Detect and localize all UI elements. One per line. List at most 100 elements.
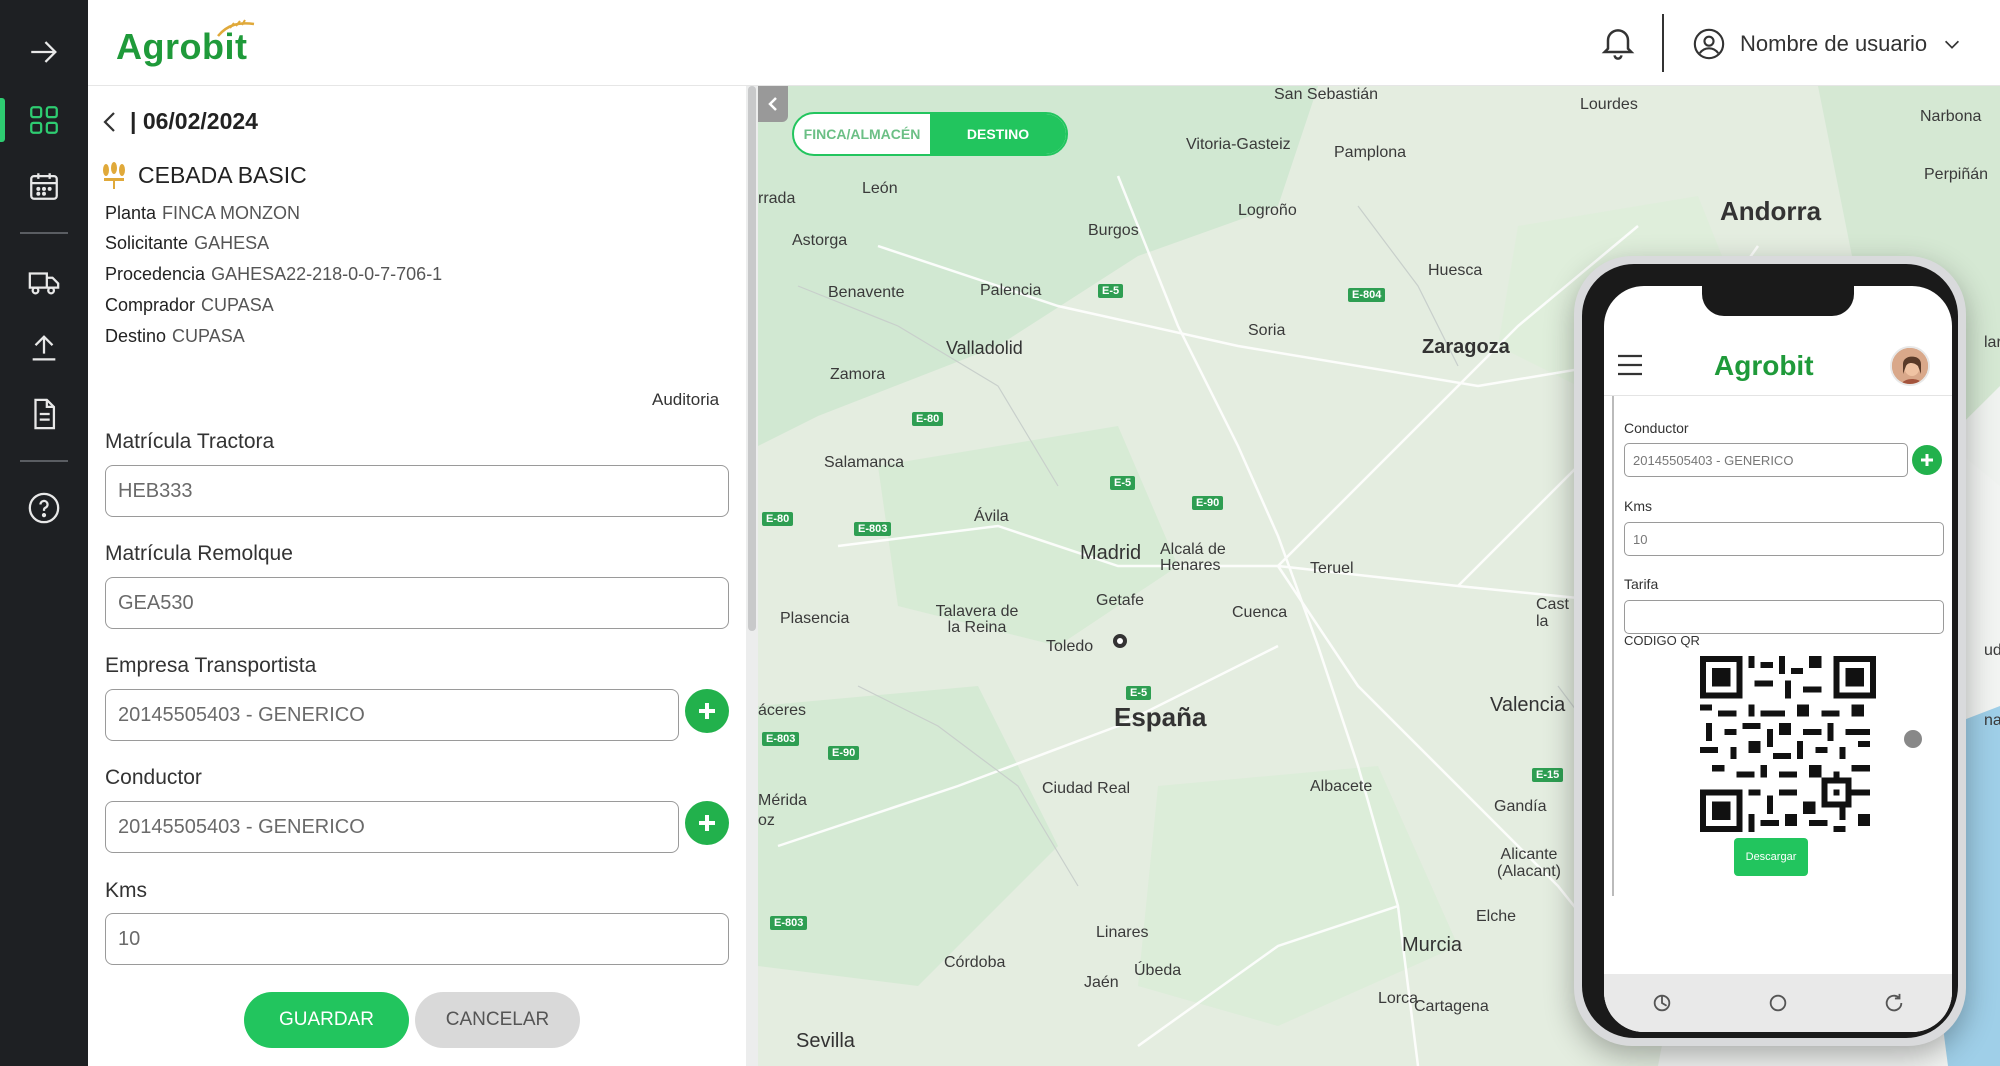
map-label: Valencia	[1490, 694, 1566, 716]
audit-link[interactable]: Auditoria	[652, 390, 719, 410]
phone-qr-label: CODIGO QR	[1624, 633, 1700, 648]
map-label: Mérida	[758, 792, 807, 809]
map-label: Zamora	[830, 366, 886, 383]
map-label: Plasencia	[780, 610, 850, 627]
phone-screen: Agrobit Conductor 20145505403 - GENERICO…	[1604, 286, 1952, 1032]
sidebar-rail	[0, 0, 88, 1066]
map-label: Getafe	[1096, 592, 1145, 609]
calendar-icon[interactable]	[0, 156, 88, 216]
road-shield: E-15	[1532, 768, 1564, 782]
user-avatar-icon	[1892, 348, 1928, 384]
info-destino: Destino CUPASA	[105, 326, 245, 346]
map-label: Ciudad Real	[1042, 780, 1131, 797]
road-shield: E-5	[1126, 686, 1152, 700]
road-shield: E-804	[1348, 288, 1386, 302]
wheat-logo-icon	[216, 18, 256, 43]
info-planta: Planta FINCA MONZON	[105, 203, 301, 223]
avatar[interactable]	[1890, 346, 1930, 386]
map-label: Alcalá de Henares	[1160, 541, 1226, 574]
phone-add-conductor-button[interactable]	[1912, 445, 1942, 475]
map-label: Talavera de la Reina	[935, 603, 1019, 636]
document-icon[interactable]	[0, 384, 88, 444]
touch-indicator	[1904, 730, 1922, 748]
map-label: udia	[1984, 642, 2000, 659]
hamburger-menu-icon[interactable]	[1616, 352, 1644, 378]
map-label: Vitoria-Gasteiz	[1186, 136, 1291, 153]
user-menu[interactable]: Nombre de usuario	[1692, 24, 1963, 64]
map-label: Ávila	[974, 508, 1009, 525]
phone-tarifa-label: Tarifa	[1624, 576, 1659, 592]
recent-apps-icon[interactable]	[1651, 992, 1673, 1014]
conductor-select[interactable]: 20145505403 - GENERICO	[105, 801, 679, 853]
map-label: Lourdes	[1580, 96, 1638, 113]
qr-code-icon	[1700, 656, 1876, 832]
product-name: CEBADA BASIC	[138, 161, 307, 188]
dashboard-icon[interactable]	[0, 90, 88, 150]
download-qr-button[interactable]: Descargar	[1734, 838, 1808, 876]
back-rotate-icon[interactable]	[1883, 992, 1905, 1014]
map-label: Pamplona	[1334, 144, 1407, 161]
phone-nav-bar	[1604, 974, 1952, 1032]
upload-icon[interactable]	[0, 318, 88, 378]
expand-arrow-icon[interactable]	[0, 22, 88, 82]
toggle-finca-almacen[interactable]: FINCA/ALMACÉN	[794, 114, 930, 154]
map-label: Jaén	[1084, 974, 1119, 991]
info-procedencia: Procedencia GAHESA22-218-0-0-7-706-1	[105, 264, 443, 284]
map-label: oz	[758, 812, 775, 829]
matricula-tractora-input[interactable]: HEB333	[105, 465, 729, 517]
map-label: España	[1114, 702, 1207, 732]
map-label: nac	[1984, 712, 2000, 729]
truck-icon[interactable]	[0, 252, 88, 312]
map-label: Cartagena	[1414, 998, 1489, 1015]
map-label: Albacete	[1310, 778, 1373, 795]
panel-scrollbar[interactable]	[746, 86, 758, 1066]
phone-kms-input[interactable]: 10	[1624, 522, 1944, 556]
map-label: Madrid	[1080, 542, 1142, 564]
notification-bell-icon[interactable]	[1598, 22, 1638, 62]
phone-conductor-select[interactable]: 20145505403 - GENERICO	[1624, 443, 1908, 477]
add-conductor-button[interactable]	[685, 801, 729, 845]
toggle-destino[interactable]: DESTINO	[930, 114, 1066, 154]
phone-logo-text: Agrobit	[1714, 350, 1814, 381]
help-icon[interactable]	[0, 478, 88, 538]
conductor-label: Conductor	[105, 766, 202, 789]
map-label: Valladolid	[946, 338, 1023, 358]
map-label: áceres	[758, 702, 807, 719]
back-arrow-icon[interactable]	[100, 109, 120, 135]
home-circle-icon[interactable]	[1767, 992, 1789, 1014]
origin-destination-toggle[interactable]: FINCA/ALMACÉN DESTINO	[792, 112, 1068, 156]
cancel-button[interactable]: CANCELAR	[415, 992, 580, 1048]
phone-tarifa-input[interactable]	[1624, 600, 1944, 634]
map-label: Zaragoza	[1422, 336, 1510, 358]
chevron-down-icon	[1945, 40, 1960, 49]
map-label: Teruel	[1310, 560, 1354, 577]
plus-icon	[1921, 454, 1933, 466]
collapse-map-button[interactable]	[758, 86, 788, 122]
chevron-left-icon	[768, 97, 777, 111]
top-bar: Agrobit Nombre de usuario	[88, 0, 2000, 86]
empresa-transportista-select[interactable]: 20145505403 - GENERICO	[105, 689, 679, 741]
map-label: Murcia	[1402, 934, 1463, 956]
matricula-remolque-label: Matrícula Remolque	[105, 542, 293, 565]
map-label: Benavente	[828, 284, 905, 301]
kms-input[interactable]: 10	[105, 913, 729, 965]
map-label: Huesca	[1428, 262, 1483, 279]
map-label: Lorca	[1378, 990, 1419, 1007]
phone-scrollbar	[1612, 396, 1614, 896]
matricula-tractora-label: Matrícula Tractora	[105, 430, 275, 453]
map-label: Úbeda	[1134, 962, 1182, 979]
road-shield: E-90	[828, 746, 860, 760]
matricula-remolque-input[interactable]: GEA530	[105, 577, 729, 629]
plus-icon	[699, 703, 715, 719]
map-label: Sevilla	[796, 1030, 855, 1052]
road-shield: E-803	[770, 916, 808, 930]
map-label: Gandía	[1494, 798, 1547, 815]
phone-conductor-label: Conductor	[1624, 420, 1689, 436]
road-shield: E-5	[1110, 476, 1136, 490]
add-empresa-button[interactable]	[685, 689, 729, 733]
scrollbar-thumb[interactable]	[748, 86, 756, 631]
save-button[interactable]: GUARDAR	[244, 992, 409, 1048]
map-label: rrada	[758, 190, 796, 207]
map-label: lar	[1984, 334, 2000, 351]
road-shield: E-5	[1098, 284, 1124, 298]
